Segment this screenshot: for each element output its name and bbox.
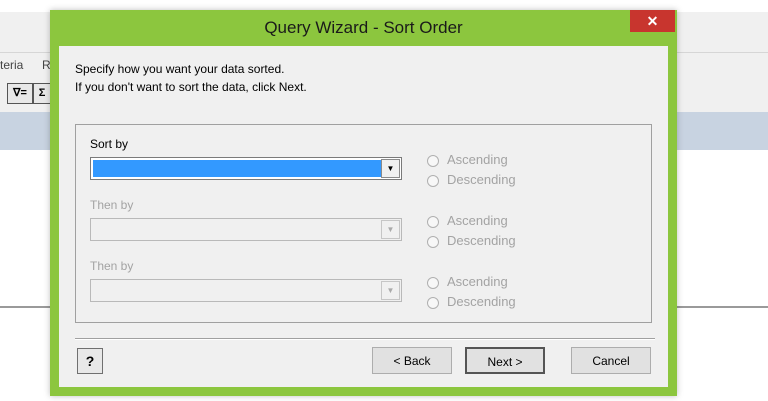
instruction-line-2: If you don't want to sort the data, clic…: [75, 80, 307, 94]
sort-by-combo[interactable]: ▼: [90, 157, 402, 180]
then-by-2-ascending-radio[interactable]: Ascending: [427, 274, 508, 289]
radio-icon: [427, 154, 439, 167]
next-button[interactable]: Next >: [465, 347, 545, 374]
ascending-label: Ascending: [447, 274, 508, 289]
dialog-titlebar[interactable]: Query Wizard - Sort Order ✕: [50, 10, 677, 46]
then-by-label-1: Then by: [90, 198, 134, 212]
back-button[interactable]: < Back: [372, 347, 452, 374]
then-by-1-descending-radio[interactable]: Descending: [427, 233, 516, 248]
ascending-label: Ascending: [447, 213, 508, 228]
query-wizard-dialog: Query Wizard - Sort Order ✕ Specify how …: [50, 10, 677, 396]
descending-label: Descending: [447, 294, 516, 309]
radio-icon: [427, 174, 439, 187]
then-by-combo-2[interactable]: ▼: [90, 279, 402, 302]
dialog-body: Specify how you want your data sorted. I…: [59, 46, 668, 387]
radio-icon: [427, 276, 439, 289]
radio-icon: [427, 215, 439, 228]
help-button[interactable]: ?: [77, 348, 103, 374]
help-icon: ?: [85, 353, 95, 369]
then-by-2-descending-radio[interactable]: Descending: [427, 294, 516, 309]
button-row-divider: [75, 338, 655, 340]
sigma-button[interactable]: Σ: [33, 83, 51, 104]
instruction-line-1: Specify how you want your data sorted.: [75, 62, 285, 76]
ascending-label: Ascending: [447, 152, 508, 167]
cancel-button[interactable]: Cancel: [571, 347, 651, 374]
chevron-down-icon[interactable]: ▼: [381, 159, 400, 178]
dialog-title: Query Wizard - Sort Order: [264, 18, 463, 37]
close-button[interactable]: ✕: [630, 10, 675, 32]
filter-button[interactable]: ∇=: [7, 83, 33, 104]
radio-icon: [427, 296, 439, 309]
radio-icon: [427, 235, 439, 248]
then-by-label-2: Then by: [90, 259, 134, 273]
sort-by-selection: [93, 160, 381, 177]
menu-item-criteria[interactable]: teria: [0, 58, 23, 72]
sort-options-group: Sort by ▼ Ascending Descending Then by ▼…: [75, 124, 652, 323]
chevron-down-icon[interactable]: ▼: [381, 281, 400, 300]
sort-by-label: Sort by: [90, 137, 129, 151]
then-by-1-ascending-radio[interactable]: Ascending: [427, 213, 508, 228]
then-by-combo-1[interactable]: ▼: [90, 218, 402, 241]
sort-by-ascending-radio[interactable]: Ascending: [427, 152, 508, 167]
sort-by-descending-radio[interactable]: Descending: [427, 172, 516, 187]
descending-label: Descending: [447, 233, 516, 248]
chevron-down-icon[interactable]: ▼: [381, 220, 400, 239]
close-icon: ✕: [646, 13, 659, 29]
descending-label: Descending: [447, 172, 516, 187]
